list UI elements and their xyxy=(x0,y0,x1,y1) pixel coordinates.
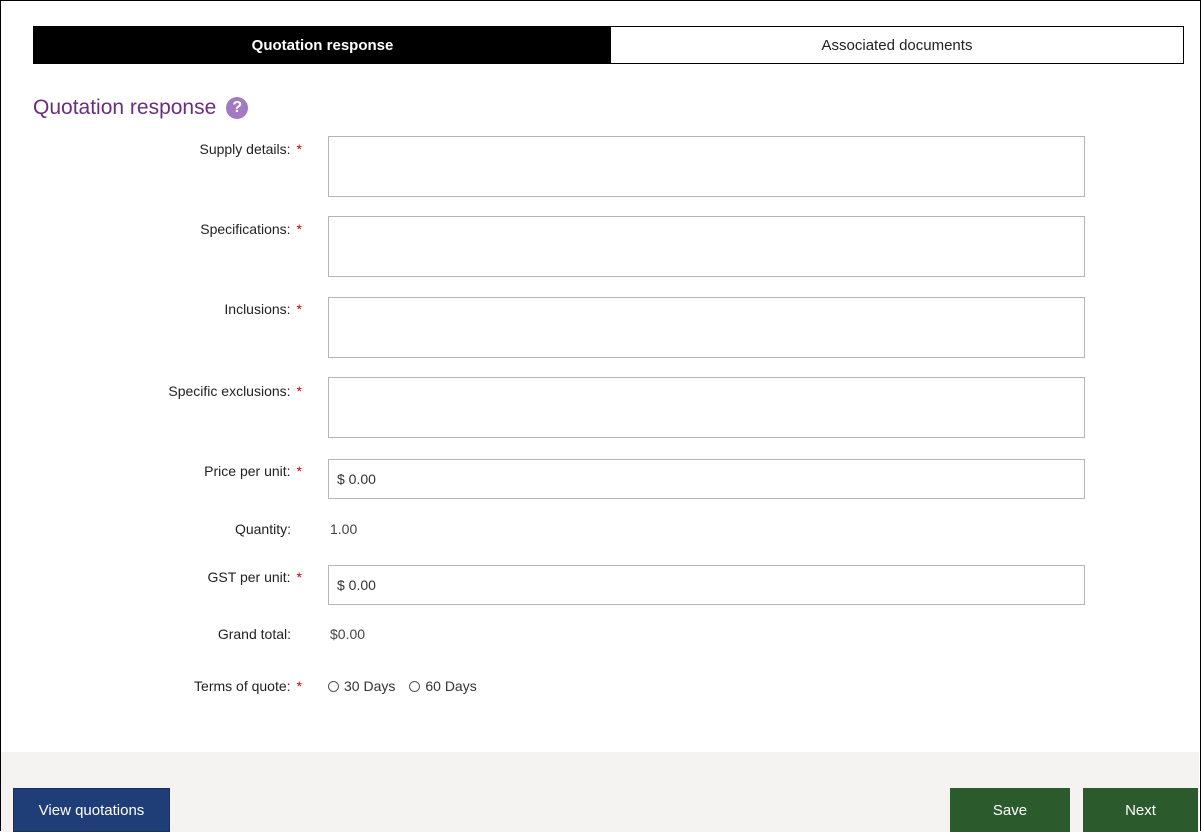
inclusions-field[interactable] xyxy=(328,297,1085,358)
required-marker: * xyxy=(296,678,302,694)
terms-of-quote-radio-group: 30 Days 60 Days xyxy=(328,678,491,694)
radio-circle-icon[interactable] xyxy=(409,680,421,692)
quantity-value: 1.00 xyxy=(330,521,358,537)
section-title-text: Quotation response xyxy=(33,96,217,119)
grand-total-value: $0.00 xyxy=(330,626,366,642)
specifications-field[interactable] xyxy=(328,216,1085,277)
grand-total-label: Grand total: xyxy=(217,626,291,642)
gst-per-unit-label: GST per unit: * xyxy=(208,569,302,585)
radio-60-days[interactable]: 60 Days xyxy=(409,678,477,694)
required-marker: * xyxy=(296,141,302,157)
help-icon[interactable]: ? xyxy=(226,97,249,119)
required-marker: * xyxy=(296,569,302,585)
next-button[interactable]: Next xyxy=(1083,788,1198,832)
price-per-unit-label: Price per unit: * xyxy=(204,463,302,479)
supply-details-label: Supply details: * xyxy=(199,141,302,157)
section-title: Quotation response ? xyxy=(33,96,249,120)
specifications-label-text: Specifications: xyxy=(200,221,291,237)
required-marker: * xyxy=(296,383,302,399)
quantity-label: Quantity: xyxy=(234,521,291,537)
save-button[interactable]: Save xyxy=(950,788,1070,832)
price-per-unit-label-text: Price per unit: xyxy=(204,463,291,479)
gst-per-unit-input[interactable] xyxy=(328,565,1085,605)
specific-exclusions-label-text: Specific exclusions: xyxy=(168,383,291,399)
specifications-label: Specifications: * xyxy=(200,221,302,237)
terms-of-quote-label: Terms of quote: * xyxy=(194,678,302,694)
view-quotations-button[interactable]: View quotations xyxy=(13,788,170,832)
gst-per-unit-label-text: GST per unit: xyxy=(207,569,291,585)
supply-details-label-text: Supply details: xyxy=(199,141,291,157)
price-per-unit-input[interactable] xyxy=(328,459,1085,499)
specific-exclusions-label: Specific exclusions: * xyxy=(168,383,302,399)
required-marker: * xyxy=(296,301,302,317)
terms-of-quote-label-text: Terms of quote: xyxy=(194,678,291,694)
radio-60-days-label: 60 Days xyxy=(425,678,477,694)
radio-30-days[interactable]: 30 Days xyxy=(328,678,395,694)
inclusions-label: Inclusions: * xyxy=(224,301,302,317)
radio-30-days-label: 30 Days xyxy=(344,678,396,694)
tab-quotation-response[interactable]: Quotation response xyxy=(34,27,611,63)
tab-associated-documents[interactable]: Associated documents xyxy=(611,27,1183,63)
radio-circle-icon[interactable] xyxy=(328,680,339,692)
required-marker: * xyxy=(296,221,302,237)
required-marker: * xyxy=(296,463,302,479)
inclusions-label-text: Inclusions: xyxy=(224,301,291,317)
supply-details-field[interactable] xyxy=(328,136,1085,197)
specific-exclusions-field[interactable] xyxy=(328,377,1085,438)
tab-bar: Quotation response Associated documents xyxy=(33,26,1184,64)
